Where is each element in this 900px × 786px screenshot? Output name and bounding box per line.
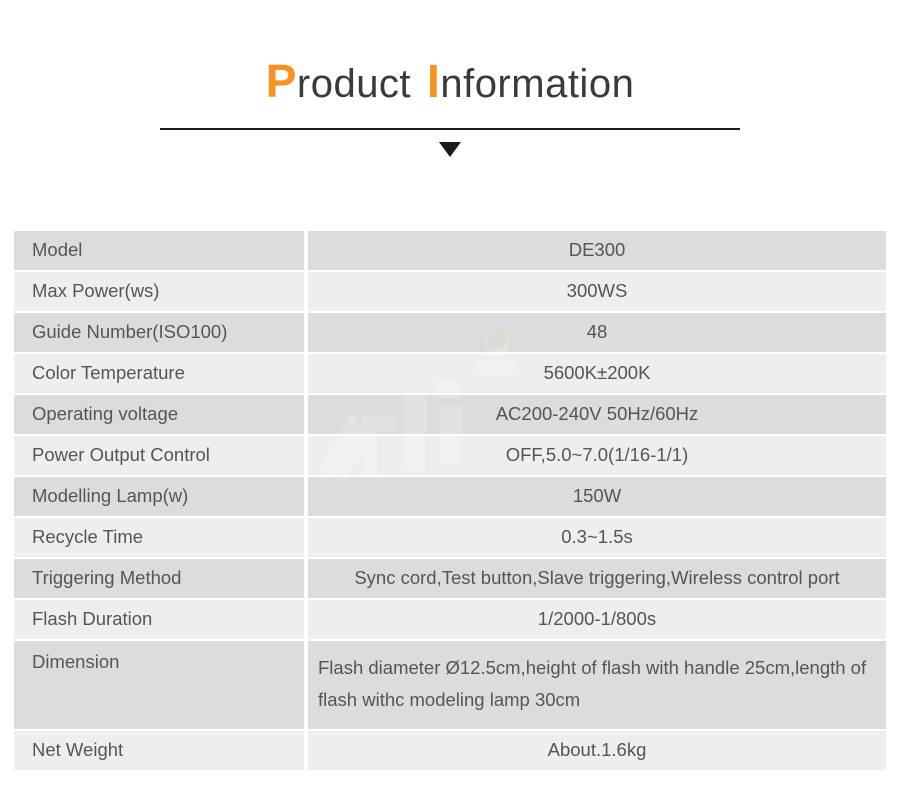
page-title: Product Information [0, 58, 900, 104]
table-row: Model DE300 [14, 231, 886, 270]
specification-table: Model DE300 Max Power(ws) 300WS Guide Number… [14, 231, 886, 772]
table-row: Flash Duration 1/2000-1/800s [14, 599, 886, 639]
table-row: Recycle Time 0.3~1.5s [14, 517, 886, 557]
spec-label: Guide Number(ISO100) [14, 312, 304, 352]
spec-value: About.1.6kg [308, 731, 886, 771]
table-row: Color Temperature 5600K±200K [14, 353, 886, 393]
arrow-container [0, 142, 900, 157]
spec-value: AC200-240V 50Hz/60Hz [308, 394, 886, 434]
spec-label: Flash Duration [14, 599, 304, 639]
spec-label: Power Output Control [14, 435, 304, 475]
spec-label: Operating voltage [14, 394, 304, 434]
table-row: Guide Number(ISO100) 48 [14, 312, 886, 352]
spec-label: Modelling Lamp(w) [14, 476, 304, 516]
spec-label: Net Weight [14, 731, 304, 771]
title-rest-product: roduct [296, 62, 412, 106]
title-rest-information: nformation [440, 62, 635, 106]
spec-value: 48 [308, 312, 886, 352]
divider-line [160, 128, 740, 130]
triangle-down-icon [439, 142, 461, 157]
spec-value: Sync cord,Test button,Slave triggering,W… [308, 558, 886, 598]
title-cap-i: I [427, 55, 441, 107]
spec-label: Recycle Time [14, 517, 304, 557]
spec-label: Dimension [14, 640, 304, 730]
table-row: Dimension Flash diameter Ø12.5cm,height o… [14, 640, 886, 730]
page-header: Product Information [0, 0, 900, 157]
table-row: Triggering Method Sync cord,Test button,S… [14, 558, 886, 598]
table-row: Max Power(ws) 300WS [14, 271, 886, 311]
spec-label: Max Power(ws) [14, 271, 304, 311]
spec-label: Triggering Method [14, 558, 304, 598]
spec-value: OFF,5.0~7.0(1/16-1/1) [308, 435, 886, 475]
table-row: Operating voltage AC200-240V 50Hz/60Hz [14, 394, 886, 434]
title-divider [0, 128, 900, 130]
spec-value: 1/2000-1/800s [308, 599, 886, 639]
spec-value: Flash diameter Ø12.5cm,height of flash w… [308, 640, 886, 730]
table-row: Modelling Lamp(w) 150W [14, 476, 886, 516]
table-row: Power Output Control OFF,5.0~7.0(1/16-1/1… [14, 435, 886, 475]
spec-value: 150W [308, 476, 886, 516]
spec-value: 300WS [308, 271, 886, 311]
spec-label: Color Temperature [14, 353, 304, 393]
title-cap-p: P [265, 55, 297, 107]
table-row: Net Weight About.1.6kg [14, 731, 886, 771]
spec-value: 5600K±200K [308, 353, 886, 393]
spec-value: DE300 [308, 231, 886, 270]
spec-value: 0.3~1.5s [308, 517, 886, 557]
spec-label: Model [14, 231, 304, 270]
